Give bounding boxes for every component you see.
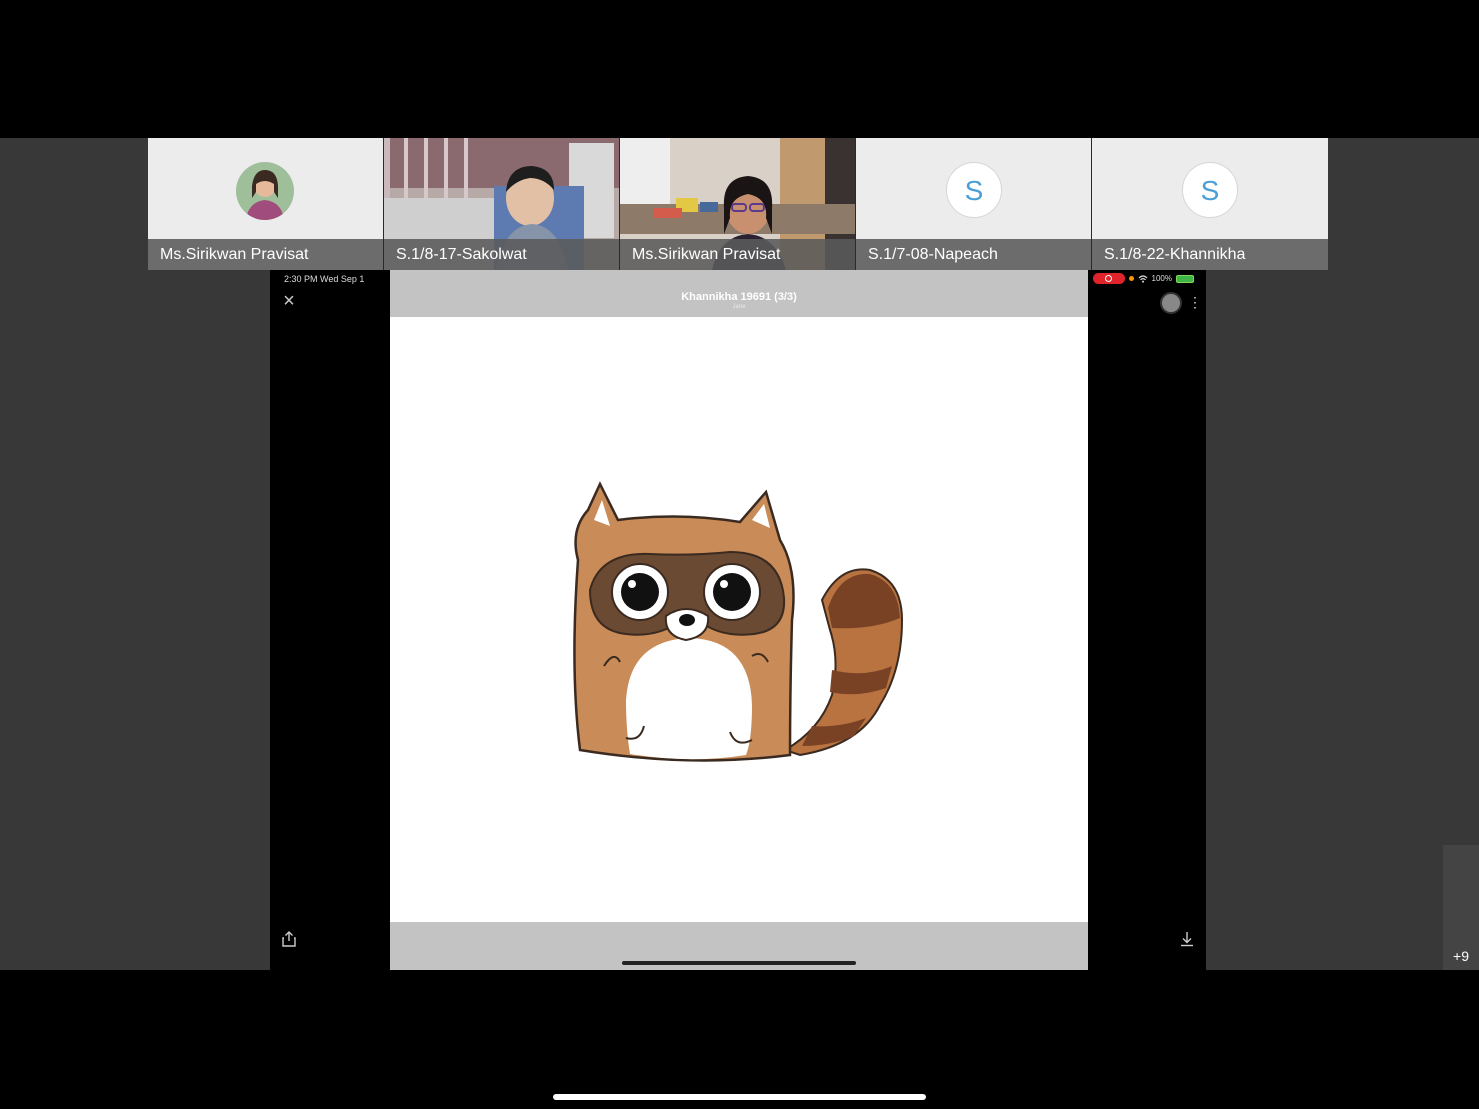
mic-in-use-icon bbox=[1128, 276, 1134, 281]
participant-name: S.1/8-22-Khannikha bbox=[1092, 239, 1328, 270]
viewer-subtitle: Jane bbox=[732, 304, 746, 310]
participant-tile[interactable]: Ms.Sirikwan Pravisat bbox=[148, 138, 384, 270]
participant-tile[interactable]: S.1/8-17-Sakolwat bbox=[384, 138, 620, 270]
viewer-title: Khannikha 19691 (3/3) bbox=[681, 291, 797, 303]
image-viewer: Khannikha 19691 (3/3) Jane bbox=[390, 270, 1088, 970]
participant-tile[interactable]: Ms.Sirikwan Pravisat bbox=[620, 138, 856, 270]
participant-name: S.1/8-17-Sakolwat bbox=[384, 239, 619, 270]
battery-icon bbox=[1176, 274, 1194, 283]
more-participants-button[interactable]: +9 bbox=[1443, 845, 1479, 970]
battery-percent: 100% bbox=[1151, 274, 1172, 283]
participant-tile[interactable]: S S.1/8-22-Khannikha bbox=[1092, 138, 1328, 270]
home-indicator[interactable] bbox=[553, 1094, 926, 1100]
download-icon[interactable] bbox=[1178, 930, 1196, 948]
recording-indicator-icon bbox=[1092, 273, 1125, 284]
letter-avatar: S bbox=[1182, 162, 1238, 218]
shared-screen: 2:30 PM Wed Sep 1 100% × Khannikha 19691… bbox=[270, 270, 1206, 970]
letter-avatar: S bbox=[946, 162, 1002, 218]
status-bar-time: 2:30 PM Wed Sep 1 bbox=[284, 274, 365, 284]
participant-name: Ms.Sirikwan Pravisat bbox=[620, 239, 855, 270]
close-icon[interactable]: × bbox=[280, 291, 298, 311]
status-bar-right: 100% bbox=[1092, 273, 1194, 284]
record-icon[interactable] bbox=[1160, 292, 1182, 314]
participant-name: Ms.Sirikwan Pravisat bbox=[148, 239, 383, 270]
viewer-header: Khannikha 19691 (3/3) Jane bbox=[390, 270, 1088, 317]
participant-strip: Ms.Sirikwan Pravisat S.1/8-17-Sakolwat M… bbox=[148, 138, 1328, 270]
more-vertical-icon[interactable]: ⋮ bbox=[1188, 292, 1202, 312]
viewer-home-indicator bbox=[622, 961, 856, 965]
profile-photo-avatar bbox=[236, 162, 294, 220]
raccoon-drawing bbox=[573, 481, 904, 762]
participant-name: S.1/7-08-Napeach bbox=[856, 239, 1091, 270]
viewer-footer bbox=[390, 922, 1088, 970]
participant-tile[interactable]: S S.1/7-08-Napeach bbox=[856, 138, 1092, 270]
wifi-icon bbox=[1138, 274, 1147, 283]
share-icon[interactable] bbox=[280, 930, 298, 948]
more-participants-count: +9 bbox=[1453, 948, 1469, 964]
